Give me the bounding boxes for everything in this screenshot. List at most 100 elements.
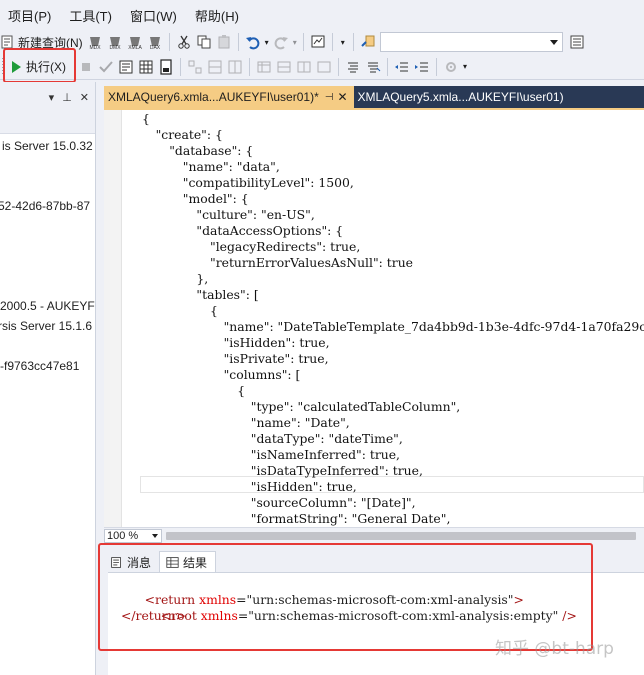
tb-button-g[interactable] [314, 56, 334, 78]
tab-results-label: 结果 [183, 556, 208, 570]
copy-button[interactable] [194, 31, 214, 53]
increase-indent-button[interactable] [412, 56, 432, 78]
tree-node-guid[interactable]: -f9763cc47e81 [0, 359, 79, 373]
find-in-files-button[interactable] [358, 31, 378, 53]
zoom-select[interactable]: 100 % [104, 529, 162, 543]
xml-tag: /> [558, 608, 577, 623]
menu-window[interactable]: 窗口(W) [121, 6, 186, 25]
execute-play-icon [12, 60, 21, 73]
tab-results[interactable]: 结果 [159, 551, 217, 573]
tree-node-server[interactable]: 2000.5 - AUKEYF [0, 299, 95, 313]
properties-button[interactable] [567, 31, 587, 53]
find-icon [360, 35, 375, 47]
tab-messages-label: 消息 [127, 555, 152, 570]
tb-button-f[interactable] [294, 56, 314, 78]
tb-button-d[interactable] [254, 56, 274, 78]
search-combobox[interactable] [379, 32, 563, 52]
cut-button[interactable] [174, 31, 194, 53]
panel-header: ▾ ⊥ ✕ [0, 82, 95, 112]
tree-node-server[interactable]: is Server 15.0.32 [2, 139, 93, 153]
gear-icon [446, 61, 456, 72]
toolbar-separator [302, 33, 304, 51]
close-icon[interactable]: ✕ [337, 90, 347, 104]
activity-monitor-button[interactable] [308, 31, 328, 53]
panel-splitter[interactable] [96, 82, 104, 675]
parse-button[interactable] [96, 56, 116, 78]
menu-tools[interactable]: 工具(T) [60, 6, 121, 25]
code-line: "type": "calculatedTableColumn", [250, 399, 461, 414]
layout-icon [188, 60, 202, 73]
close-icon[interactable]: ✕ [80, 91, 89, 104]
toolbar-overflow-button[interactable]: ▾ [461, 56, 469, 78]
comment-button[interactable] [343, 56, 363, 78]
editor-status-bar: 100 % [104, 527, 644, 543]
mdx-query-button[interactable]: MDX [85, 31, 105, 53]
toolbar-grip[interactable] [2, 57, 5, 76]
code-line: "isHidden": true, [250, 479, 357, 494]
decrease-indent-button[interactable] [392, 56, 412, 78]
results-tabs: 消息 结果 [104, 551, 217, 573]
results-body[interactable]: <return xmlns="urn:schemas-microsoft-com… [108, 572, 644, 675]
stop-icon [82, 62, 90, 71]
object-explorer-panel: ▾ ⊥ ✕ is Server 15.0.32 52-42d6-87bb-87 … [0, 82, 96, 675]
toolbar-separator [331, 33, 333, 51]
redo-button[interactable] [271, 31, 291, 53]
tab-xmlaquery5[interactable]: XMLAQuery5.xmla...AUKEYFI\user01) [354, 86, 570, 108]
results-pane-button[interactable] [156, 56, 176, 78]
undo-button[interactable] [243, 31, 263, 53]
paste-icon [218, 35, 230, 49]
dax-icon: DAX [150, 37, 160, 50]
paste-button[interactable] [214, 31, 234, 53]
tb-button-e[interactable] [274, 56, 294, 78]
tab-xmlaquery6[interactable]: XMLAQuery6.xmla...AUKEYFI\user01)* ⊣ ✕ [104, 86, 354, 108]
uncomment-button[interactable] [363, 56, 383, 78]
stop-button[interactable] [76, 56, 96, 78]
xmla-query-button[interactable]: XMLA [125, 31, 145, 53]
toolbar-separator [180, 57, 181, 76]
code-line: "dataType": "dateTime", [250, 431, 403, 446]
code-line: "dataAccessOptions": { [196, 223, 344, 238]
uncomment-lines-icon [368, 62, 381, 72]
redo-dropdown[interactable]: ▾ [291, 31, 299, 53]
undo-dropdown[interactable]: ▾ [263, 31, 271, 53]
results-to-grid-button[interactable] [136, 56, 156, 78]
results-to-text-button[interactable] [116, 56, 136, 78]
chevron-down-icon [152, 534, 158, 538]
code-line: "returnErrorValuesAsNull": true [210, 255, 414, 270]
indent-icon [415, 62, 428, 71]
svg-text:DMX: DMX [109, 45, 121, 50]
copy-icon [197, 35, 211, 49]
tab-title: XMLAQuery6.xmla...AUKEYFI\user01)* [108, 90, 319, 104]
mdx-icon: MDX [89, 37, 101, 50]
code-line: "compatibilityLevel": 1500, [182, 175, 354, 190]
tree-node-guid[interactable]: 52-42d6-87bb-87 [0, 199, 90, 213]
code-line: "isNameInferred": true, [250, 447, 400, 462]
new-query-button[interactable]: 新建查询(N) [0, 31, 85, 53]
dax-query-button[interactable]: DAX [145, 31, 165, 53]
specify-values-button[interactable] [441, 56, 461, 78]
pin-icon[interactable]: ⊥ [62, 91, 72, 104]
pin-icon[interactable]: ⊣ [325, 92, 334, 103]
solution-config-dropdown[interactable]: ▾ [337, 31, 349, 53]
code-editor[interactable]: {"create": {"database": {"name": "data",… [104, 110, 644, 527]
dmx-query-button[interactable]: DMX [105, 31, 125, 53]
code-line: "formatString": "General Date", [250, 511, 451, 526]
layout-icon [208, 60, 222, 73]
query-toolbar: 执行(X) ▾ [0, 54, 644, 80]
execute-button[interactable]: 执行(X) [8, 56, 70, 78]
code-line: "isHidden": true, [223, 335, 330, 350]
table-icon [277, 61, 291, 72]
tree-node-server[interactable]: rsis Server 15.1.6 [0, 319, 92, 333]
menu-help[interactable]: 帮助(H) [186, 6, 248, 25]
tab-messages[interactable]: 消息 [104, 551, 159, 573]
grid-icon [139, 60, 153, 73]
code-line: "name": "data", [182, 159, 280, 174]
toolbar-separator [338, 57, 339, 76]
tb-button-b[interactable] [205, 56, 225, 78]
horizontal-scrollbar[interactable] [166, 532, 636, 540]
menu-project[interactable]: 项目(P) [0, 6, 60, 25]
panel-dropdown-icon[interactable]: ▾ [49, 91, 55, 104]
code-line: "database": { [169, 143, 254, 158]
tb-button-c[interactable] [225, 56, 245, 78]
tb-button-a[interactable] [185, 56, 205, 78]
